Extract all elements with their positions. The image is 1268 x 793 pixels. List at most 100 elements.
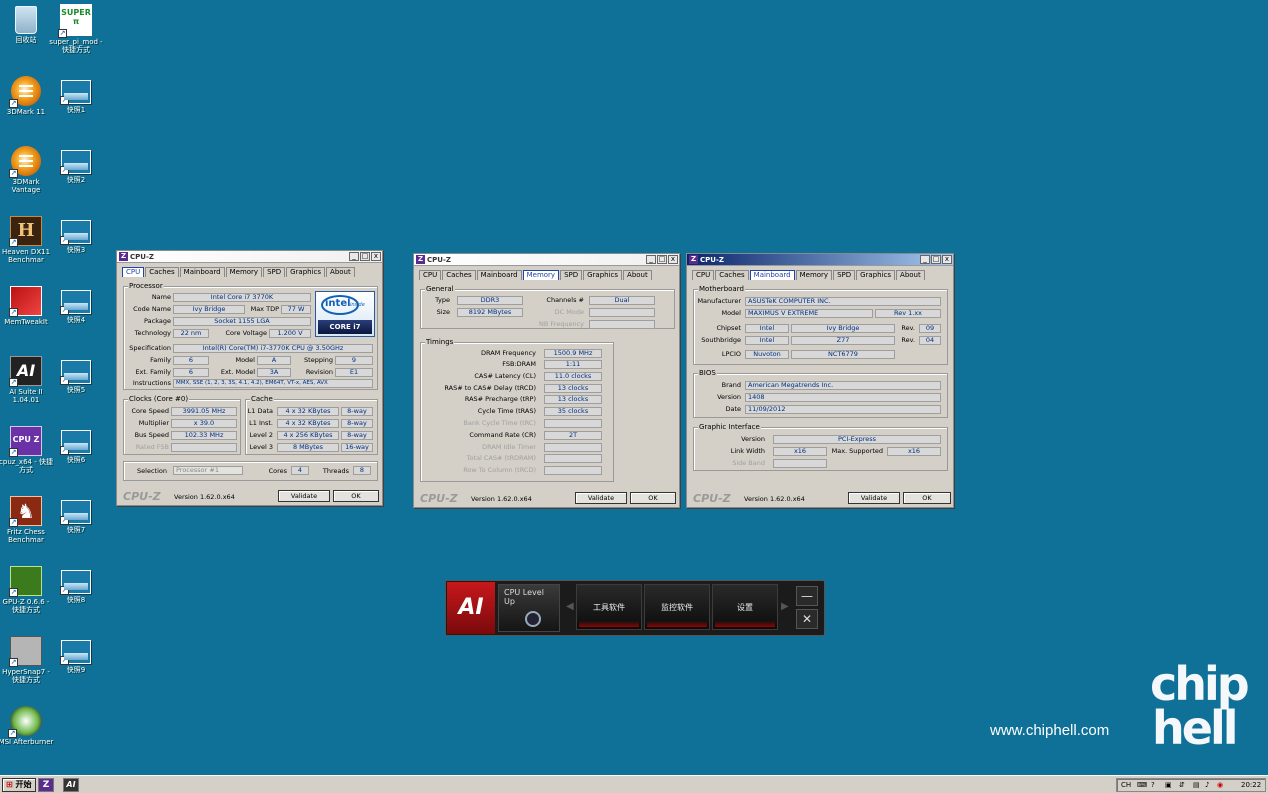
tab-caches[interactable]: Caches — [145, 267, 179, 277]
close-button[interactable]: ✕ — [796, 609, 818, 629]
ai-suite-taskbar-icon[interactable]: AI — [63, 778, 79, 792]
shortcut-arrow-icon: ↗ — [9, 238, 18, 247]
desktop-icon-label: 回收站 — [15, 36, 37, 44]
desktop-icon-snap9[interactable]: ↗ 快照9 — [48, 640, 104, 674]
ok-button[interactable]: OK — [630, 492, 676, 504]
tab-cpu[interactable]: CPU — [692, 270, 715, 280]
ai-suite-logo[interactable]: AI — [447, 582, 495, 634]
tab-cpu[interactable]: CPU — [122, 267, 145, 277]
close-button[interactable]: x — [668, 255, 678, 264]
tab-memory[interactable]: Memory — [225, 267, 263, 277]
processor-select[interactable]: Processor #1 — [173, 466, 243, 475]
scroll-right-icon[interactable]: ▶ — [781, 601, 789, 612]
desktop-icon-snap7[interactable]: ↗ 快照7 — [48, 500, 104, 534]
lpcio-name: NCT6779 — [791, 350, 895, 359]
desktop-icon-snap2[interactable]: ↗ 快照2 — [48, 150, 104, 184]
tab-graphics[interactable]: Graphics — [286, 267, 326, 277]
language-indicator[interactable]: CH — [1121, 781, 1131, 790]
level2-label: Level 2 — [249, 431, 273, 439]
tray-app-icon[interactable]: ▤ — [1193, 781, 1200, 790]
start-label: 开始 — [15, 780, 32, 789]
desktop-icon-snap4[interactable]: ↗ 快照4 — [48, 290, 104, 324]
maximize-button[interactable]: □ — [360, 252, 370, 261]
title-bar[interactable]: Z CPU-Z _ □ x — [414, 254, 679, 266]
tab-mainboard[interactable]: Mainboard — [749, 270, 795, 280]
keyboard-icon[interactable]: ⌨ — [1137, 781, 1147, 790]
desktop-icon-snap1[interactable]: ↗ 快照1 — [48, 80, 104, 114]
desktop-icon-label: 快照9 — [66, 666, 86, 674]
security-icon[interactable]: ◉ — [1217, 781, 1223, 790]
title-bar[interactable]: Z CPU-Z _ □ x — [687, 254, 953, 266]
tab-caches[interactable]: Caches — [442, 270, 476, 280]
validate-button[interactable]: Validate — [278, 490, 330, 502]
taskbar: ⊞ 开始 Z AI CH ⌨ ? ▣ ⇵ ▤ ♪ ◉ 20:22 — [0, 775, 1268, 793]
desktop-icon-fritz[interactable]: ↗Fritz Chess Benchmar — [0, 496, 54, 544]
chipset-name: Ivy Bridge — [791, 324, 895, 333]
tab-graphics[interactable]: Graphics — [856, 270, 896, 280]
monitor-button[interactable]: 监控软件 — [644, 584, 710, 630]
settings-button[interactable]: 设置 — [712, 584, 778, 630]
tab-memory[interactable]: Memory — [795, 270, 833, 280]
tab-cpu[interactable]: CPU — [419, 270, 442, 280]
help-icon[interactable]: ? — [1151, 781, 1155, 790]
tab-graphics[interactable]: Graphics — [583, 270, 623, 280]
name-value: Intel Core i7 3770K — [173, 293, 311, 302]
tab-spd[interactable]: SPD — [833, 270, 856, 280]
tab-about[interactable]: About — [896, 270, 925, 280]
tab-about[interactable]: About — [623, 270, 652, 280]
validate-button[interactable]: Validate — [848, 492, 900, 504]
desktop-icon-afterburner[interactable]: ↗ MSI Afterburner — [0, 706, 54, 746]
tab-spd[interactable]: SPD — [560, 270, 583, 280]
close-button[interactable]: x — [942, 255, 952, 264]
desktop-icon-superpi[interactable]: ↗super_pi_mod - 快捷方式 — [48, 4, 104, 54]
maximize-button[interactable]: □ — [931, 255, 941, 264]
bios-brand-label: Brand — [721, 381, 741, 389]
desktop-icon-memtweakit[interactable]: ↗ MemTweakIt — [0, 286, 54, 326]
arrow-icon[interactable]: ⇵ — [1179, 781, 1185, 790]
ok-button[interactable]: OK — [333, 490, 379, 502]
minimize-button[interactable]: _ — [349, 252, 359, 261]
clock[interactable]: 20:22 — [1241, 781, 1261, 790]
desktop-icon-3dmark11[interactable]: ↗ 3DMark 11 — [0, 76, 54, 116]
desktop-icon-label: HyperSnap7 - 快捷方式 — [2, 668, 50, 684]
desktop-icon-snap6[interactable]: ↗ 快照6 — [48, 430, 104, 464]
busspeed-value: 102.33 MHz — [171, 431, 237, 440]
tab-memory[interactable]: Memory — [522, 270, 560, 280]
minimize-button[interactable]: — — [796, 586, 818, 606]
desktop-icon-3dmark-vantage[interactable]: ↗ 3DMark Vantage — [0, 146, 54, 194]
scroll-left-icon[interactable]: ◀ — [566, 601, 574, 612]
desktop-icon-snap8[interactable]: ↗ 快照8 — [48, 570, 104, 604]
southbridge-label: Southbridge — [701, 336, 741, 344]
minimize-button[interactable]: _ — [920, 255, 930, 264]
ok-button[interactable]: OK — [903, 492, 951, 504]
tab-spd[interactable]: SPD — [263, 267, 286, 277]
desktop-icon-ai-suite[interactable]: ↗AI Suite II 1.04.01 — [0, 356, 54, 404]
level3-assoc: 16-way — [341, 443, 373, 452]
tab-mainboard[interactable]: Mainboard — [179, 267, 225, 277]
desktop-icon-gpuz[interactable]: ↗ GPU-Z 0.6.6 - 快捷方式 — [0, 566, 54, 614]
desktop-icon-snap5[interactable]: ↗ 快照5 — [48, 360, 104, 394]
minimize-button[interactable]: _ — [646, 255, 656, 264]
volume-icon[interactable]: ♪ — [1205, 781, 1209, 790]
title-bar[interactable]: Z CPU-Z _ □ x — [117, 251, 382, 263]
validate-button[interactable]: Validate — [575, 492, 627, 504]
chipset-vendor: Intel — [745, 324, 789, 333]
close-button[interactable]: x — [371, 252, 381, 261]
southbridge-name: Z77 — [791, 336, 895, 345]
cpu-level-up-button[interactable]: CPU Level Up — [498, 584, 560, 632]
network-icon[interactable]: ▣ — [1165, 781, 1172, 790]
tab-about[interactable]: About — [326, 267, 355, 277]
cpuz-taskbar-icon[interactable]: Z — [38, 778, 54, 792]
maximize-button[interactable]: □ — [657, 255, 667, 264]
desktop-icon-hypersnap[interactable]: ↗ HyperSnap7 - 快捷方式 — [0, 636, 54, 684]
southbridge-rev: 04 — [919, 336, 941, 345]
tab-mainboard[interactable]: Mainboard — [476, 270, 522, 280]
start-button[interactable]: ⊞ 开始 — [2, 778, 36, 792]
desktop-icon-recycle-bin[interactable]: 回收站 — [0, 6, 54, 44]
tools-button[interactable]: 工具软件 — [576, 584, 642, 630]
desktop-icon-heaven[interactable]: ↗Heaven DX11 Benchmar — [0, 216, 54, 264]
desktop-icon-snap3[interactable]: ↗ 快照3 — [48, 220, 104, 254]
trp-value: 13 clocks — [544, 395, 602, 404]
tab-caches[interactable]: Caches — [715, 270, 749, 280]
desktop-icon-cpuz[interactable]: ↗cpuz_x64 - 快捷方式 — [0, 426, 54, 474]
